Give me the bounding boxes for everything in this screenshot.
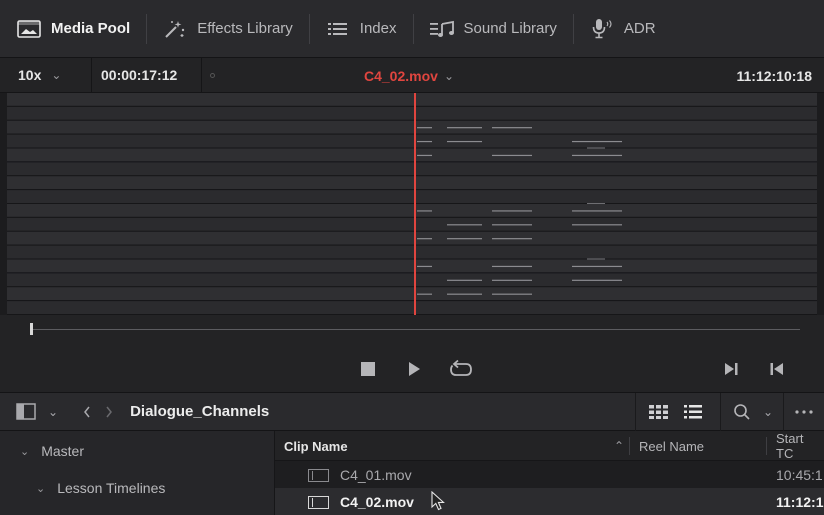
thumbnail-view-button[interactable]: [636, 393, 682, 431]
loop-button[interactable]: [448, 359, 474, 379]
media-pool-toolbar: ⌄ Dialogue_Channels ⌄: [0, 393, 824, 431]
tab-adr[interactable]: ADR: [572, 0, 672, 58]
search-icon: [734, 404, 750, 420]
search-button[interactable]: [721, 393, 757, 431]
microphone-icon: [589, 18, 615, 40]
sort-ascending-icon[interactable]: ⌃: [614, 431, 624, 461]
start-tc-cell: 10:45:1: [776, 466, 823, 483]
chevron-down-icon: ⌄: [51, 68, 62, 82]
playhead-timecode[interactable]: 00:00:17:12: [92, 57, 202, 93]
stop-icon: [361, 362, 375, 376]
tab-media-pool-label: Media Pool: [51, 20, 131, 37]
back-button[interactable]: [82, 393, 92, 431]
play-icon: [409, 362, 420, 376]
tab-index[interactable]: Index: [308, 0, 413, 58]
column-header-clip-name[interactable]: Clip Name: [284, 431, 348, 461]
clip-name-cell: C4_01.mov: [340, 466, 412, 483]
column-header-start-tc[interactable]: Start TC: [776, 431, 824, 461]
source-timecode: 11:12:10:18: [736, 67, 812, 84]
tab-media-pool[interactable]: Media Pool: [0, 0, 146, 58]
magic-wand-icon: [162, 18, 188, 40]
audio-waveform-viewer[interactable]: [7, 93, 817, 315]
column-divider[interactable]: [766, 437, 767, 455]
tab-adr-label: ADR: [623, 20, 656, 37]
toggle-bin-list-button[interactable]: [16, 393, 36, 431]
list-view-icon: [684, 405, 702, 419]
play-button[interactable]: [403, 359, 425, 379]
zoom-value: 10x: [18, 67, 42, 83]
column-header-reel-name[interactable]: Reel Name: [639, 431, 704, 461]
chevron-left-icon: [84, 406, 90, 417]
bin-list: ⌄ Master ⌄ Lesson Timelines: [0, 431, 275, 515]
more-options-button[interactable]: [784, 393, 824, 431]
clip-name-cell: C4_02.mov: [340, 493, 414, 510]
skip-forward-icon: [725, 363, 738, 375]
tab-effects-library-label: Effects Library: [197, 20, 293, 37]
column-header-row: Clip Name ⌃ Reel Name Start TC: [275, 431, 824, 461]
jog-scrubber[interactable]: [0, 315, 824, 345]
chevron-down-icon[interactable]: ⌄: [48, 393, 58, 431]
skip-back-icon: [770, 363, 783, 375]
tab-sound-library-label: Sound Library: [463, 20, 557, 37]
media-pool-view-controls: ⌄: [635, 393, 824, 431]
video-clip-icon: [308, 496, 329, 509]
grid-view-icon: [649, 405, 668, 419]
chevron-right-icon: [106, 406, 113, 417]
list-index-icon: [325, 18, 351, 40]
playhead[interactable]: [414, 93, 416, 315]
clip-name-dropdown[interactable]: C4_02.mov ⌄: [364, 58, 454, 93]
bin-item-lesson-timelines[interactable]: ⌄ Lesson Timelines: [36, 480, 165, 496]
mouse-cursor-icon: [431, 491, 445, 511]
scrubber-handle[interactable]: [30, 323, 33, 335]
panel-tab-toolbar: Media Pool Effects Library Index Sound L…: [0, 0, 824, 58]
clip-name-label: C4_02.mov: [364, 67, 438, 84]
viewer-header: 10x ⌄ 00:00:17:12 C4_02.mov ⌄ 11:12:10:1…: [0, 57, 824, 93]
media-pool-icon: [16, 18, 42, 40]
bin-label: Master: [41, 443, 85, 459]
stop-button[interactable]: [357, 359, 379, 379]
chevron-down-icon[interactable]: ⌄: [36, 482, 45, 495]
tab-index-label: Index: [359, 20, 397, 37]
current-bin-title: Dialogue_Channels: [130, 403, 270, 420]
list-view-button[interactable]: [682, 393, 704, 431]
forward-button[interactable]: [104, 393, 114, 431]
next-clip-button[interactable]: [720, 359, 742, 379]
more-options-icon: [795, 410, 813, 414]
status-dot-icon: [202, 72, 222, 78]
sidebar-panel-icon: [16, 403, 36, 420]
video-clip-icon: [308, 469, 329, 482]
clip-row[interactable]: C4_01.mov 10:45:1: [275, 461, 824, 488]
previous-clip-button[interactable]: [766, 359, 788, 379]
zoom-dropdown[interactable]: 10x ⌄: [0, 57, 92, 93]
chevron-down-icon[interactable]: ⌄: [20, 445, 29, 458]
clip-row[interactable]: C4_02.mov 11:12:1: [275, 488, 824, 515]
chevron-down-icon[interactable]: ⌄: [757, 393, 779, 431]
chevron-down-icon: ⌄: [443, 68, 454, 83]
start-tc-cell: 11:12:1: [776, 493, 824, 510]
loop-icon: [450, 359, 472, 376]
bin-item-master[interactable]: ⌄ Master: [20, 443, 84, 459]
waveform-display: [7, 93, 817, 315]
transport-controls: [0, 345, 824, 393]
column-divider[interactable]: [629, 437, 630, 455]
clip-list: Clip Name ⌃ Reel Name Start TC C4_01.mov…: [275, 431, 824, 515]
bin-label: Lesson Timelines: [57, 480, 166, 496]
sound-library-icon: [429, 18, 455, 40]
tab-effects-library[interactable]: Effects Library: [146, 0, 309, 58]
scrubber-track[interactable]: [30, 329, 800, 330]
tab-sound-library[interactable]: Sound Library: [412, 0, 573, 58]
